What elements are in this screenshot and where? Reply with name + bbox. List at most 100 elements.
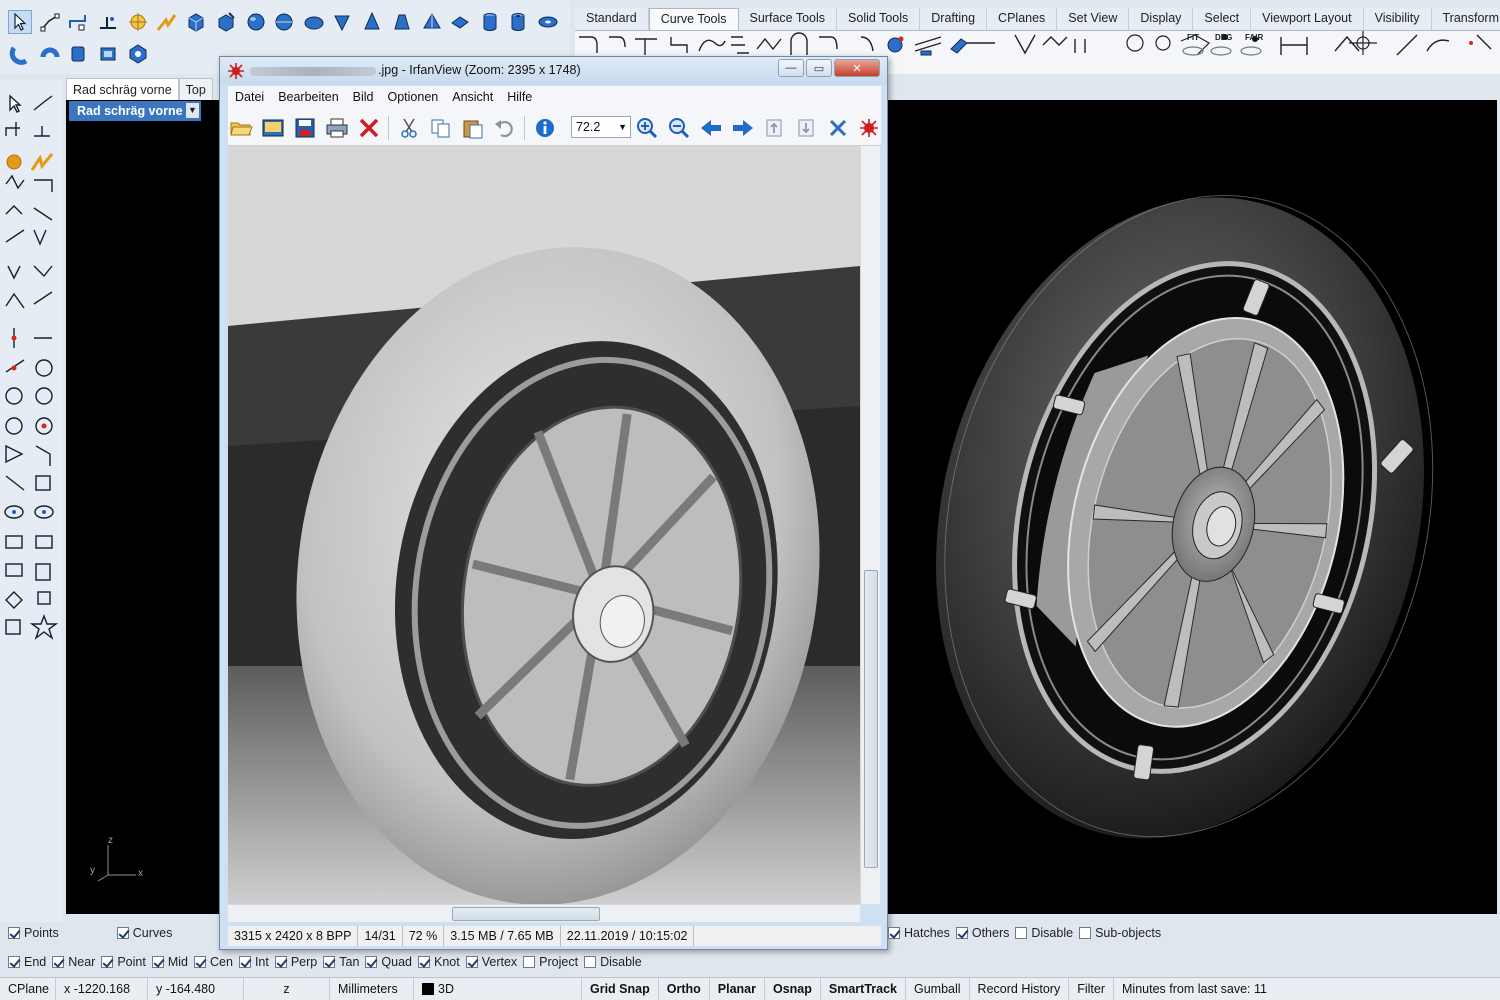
horizontal-scrollbar[interactable]	[228, 904, 860, 922]
viewport-tab-top[interactable]: Top	[178, 78, 213, 100]
filter-disable-checkbox[interactable]: Disable	[1015, 926, 1073, 940]
box-solid-icon[interactable]	[184, 10, 208, 34]
cap-icon[interactable]	[66, 42, 90, 66]
cone-icon[interactable]	[360, 10, 384, 34]
tab-cplanes[interactable]: CPlanes	[987, 8, 1058, 30]
tube-icon[interactable]	[506, 10, 530, 34]
irfanview-titlebar[interactable]: .jpg - IrfanView (Zoom: 2395 x 1748) — ▭…	[220, 57, 887, 85]
join-icon[interactable]	[154, 10, 178, 34]
delete-icon[interactable]	[356, 115, 382, 141]
pyramid-icon[interactable]	[420, 10, 444, 34]
thumbnails-icon[interactable]	[260, 115, 286, 141]
viewport-title[interactable]: Rad schräg vorne	[69, 101, 201, 121]
menu-bild[interactable]: Bild	[346, 90, 381, 104]
osnap-near[interactable]: Near	[52, 955, 95, 969]
next-page-icon[interactable]	[794, 115, 820, 141]
ortho-toggle[interactable]: Ortho	[659, 978, 710, 1000]
left-tool-icons[interactable]	[0, 80, 62, 640]
viewport-tab-rad-schraeg-vorne[interactable]: Rad schräg vorne	[66, 78, 179, 100]
filter-curves-checkbox[interactable]: Curves	[116, 926, 172, 940]
menu-bearbeiten[interactable]: Bearbeiten	[271, 90, 345, 104]
filter-hatches-checkbox[interactable]: Hatches	[888, 926, 950, 940]
historic-wheel-photo[interactable]	[228, 146, 860, 904]
tab-set-view[interactable]: Set View	[1057, 8, 1130, 30]
irfanview-window[interactable]: .jpg - IrfanView (Zoom: 2395 x 1748) — ▭…	[219, 56, 888, 950]
boolean-icon[interactable]	[126, 42, 150, 66]
box-edit-icon[interactable]	[214, 10, 238, 34]
blend-icon[interactable]	[38, 42, 62, 66]
polyline-icon[interactable]	[66, 10, 90, 34]
print-icon[interactable]	[324, 115, 350, 141]
units-label[interactable]: Millimeters	[330, 978, 414, 1000]
open-folder-icon[interactable]	[228, 115, 254, 141]
smarttrack-toggle[interactable]: SmartTrack	[821, 978, 906, 1000]
paste-icon[interactable]	[460, 115, 486, 141]
cplane-label[interactable]: CPlane	[0, 978, 56, 1000]
osnap-disable[interactable]: Disable	[584, 955, 642, 969]
menu-datei[interactable]: Datei	[228, 90, 271, 104]
tab-display[interactable]: Display	[1129, 8, 1194, 30]
plane-surface-icon[interactable]	[448, 10, 472, 34]
minimize-icon[interactable]: —	[778, 59, 804, 77]
point-curve-icon[interactable]	[38, 10, 62, 34]
next-image-icon[interactable]	[730, 115, 756, 141]
tab-curve-tools[interactable]: Curve Tools	[648, 8, 739, 30]
trim-icon[interactable]	[96, 10, 120, 34]
ellipsoid-icon[interactable]	[302, 10, 326, 34]
cylinder-icon[interactable]	[478, 10, 502, 34]
filter-others-checkbox[interactable]: Others	[955, 926, 1009, 940]
maximize-icon[interactable]: ▭	[806, 59, 832, 77]
previous-image-icon[interactable]	[698, 115, 724, 141]
truncated-cone-icon[interactable]	[390, 10, 414, 34]
fillet-icon[interactable]	[8, 42, 32, 66]
cut-icon[interactable]	[396, 115, 422, 141]
sphere-icon[interactable]	[244, 10, 268, 34]
tab-drafting[interactable]: Drafting	[920, 8, 988, 30]
horizontal-scroll-thumb[interactable]	[452, 907, 600, 921]
properties-tools-icon[interactable]	[826, 115, 852, 141]
osnap-int[interactable]: Int	[238, 955, 269, 969]
osnap-tan[interactable]: Tan	[323, 955, 359, 969]
irfanview-about-icon[interactable]	[856, 115, 882, 141]
undo-icon[interactable]	[492, 115, 518, 141]
zoom-dropdown-arrow-icon[interactable]: ▼	[618, 117, 627, 137]
copy-icon[interactable]	[428, 115, 454, 141]
sphere-split-icon[interactable]	[272, 10, 296, 34]
filter-points-checkbox[interactable]: Points	[8, 926, 59, 940]
paraboloid-icon[interactable]	[330, 10, 354, 34]
viewport-menu-arrow-icon[interactable]: ▼	[186, 103, 199, 118]
osnap-toggle[interactable]: Osnap	[765, 978, 821, 1000]
zoom-out-icon[interactable]	[666, 115, 692, 141]
shell-icon[interactable]	[96, 42, 120, 66]
menu-hilfe[interactable]: Hilfe	[500, 90, 539, 104]
record-history-toggle[interactable]: Record History	[970, 978, 1070, 1000]
osnap-end[interactable]: End	[8, 955, 46, 969]
torus-icon[interactable]	[536, 10, 560, 34]
filter-subobjects-checkbox[interactable]: Sub-objects	[1079, 926, 1161, 940]
osnap-quad[interactable]: Quad	[365, 955, 412, 969]
osnap-mid[interactable]: Mid	[151, 955, 188, 969]
grid-snap-toggle[interactable]: Grid Snap	[582, 978, 659, 1000]
zoom-in-icon[interactable]	[634, 115, 660, 141]
tab-viewport-layout[interactable]: Viewport Layout	[1251, 8, 1364, 30]
current-layer[interactable]: 3D	[414, 978, 582, 1000]
tab-standard[interactable]: Standard	[575, 8, 649, 30]
zoom-input[interactable]: 72.2 ▼	[571, 116, 631, 138]
tab-visibility[interactable]: Visibility	[1364, 8, 1432, 30]
menu-ansicht[interactable]: Ansicht	[445, 90, 500, 104]
osnap-perp[interactable]: Perp	[274, 955, 317, 969]
tab-solid-tools[interactable]: Solid Tools	[837, 8, 921, 30]
tab-surface-tools[interactable]: Surface Tools	[739, 8, 838, 30]
vertical-scroll-thumb[interactable]	[864, 570, 878, 868]
osnap-knot[interactable]: Knot	[418, 955, 460, 969]
prev-page-icon[interactable]	[762, 115, 788, 141]
menu-optionen[interactable]: Optionen	[381, 90, 446, 104]
tab-transform[interactable]: Transform	[1432, 8, 1500, 30]
tab-select[interactable]: Select	[1193, 8, 1252, 30]
osnap-project[interactable]: Project	[523, 955, 578, 969]
osnap-cen[interactable]: Cen	[194, 955, 233, 969]
planar-toggle[interactable]: Planar	[710, 978, 765, 1000]
gumball-toggle[interactable]: Gumball	[906, 978, 970, 1000]
info-icon[interactable]	[532, 115, 558, 141]
osnap-point[interactable]: Point	[101, 955, 146, 969]
